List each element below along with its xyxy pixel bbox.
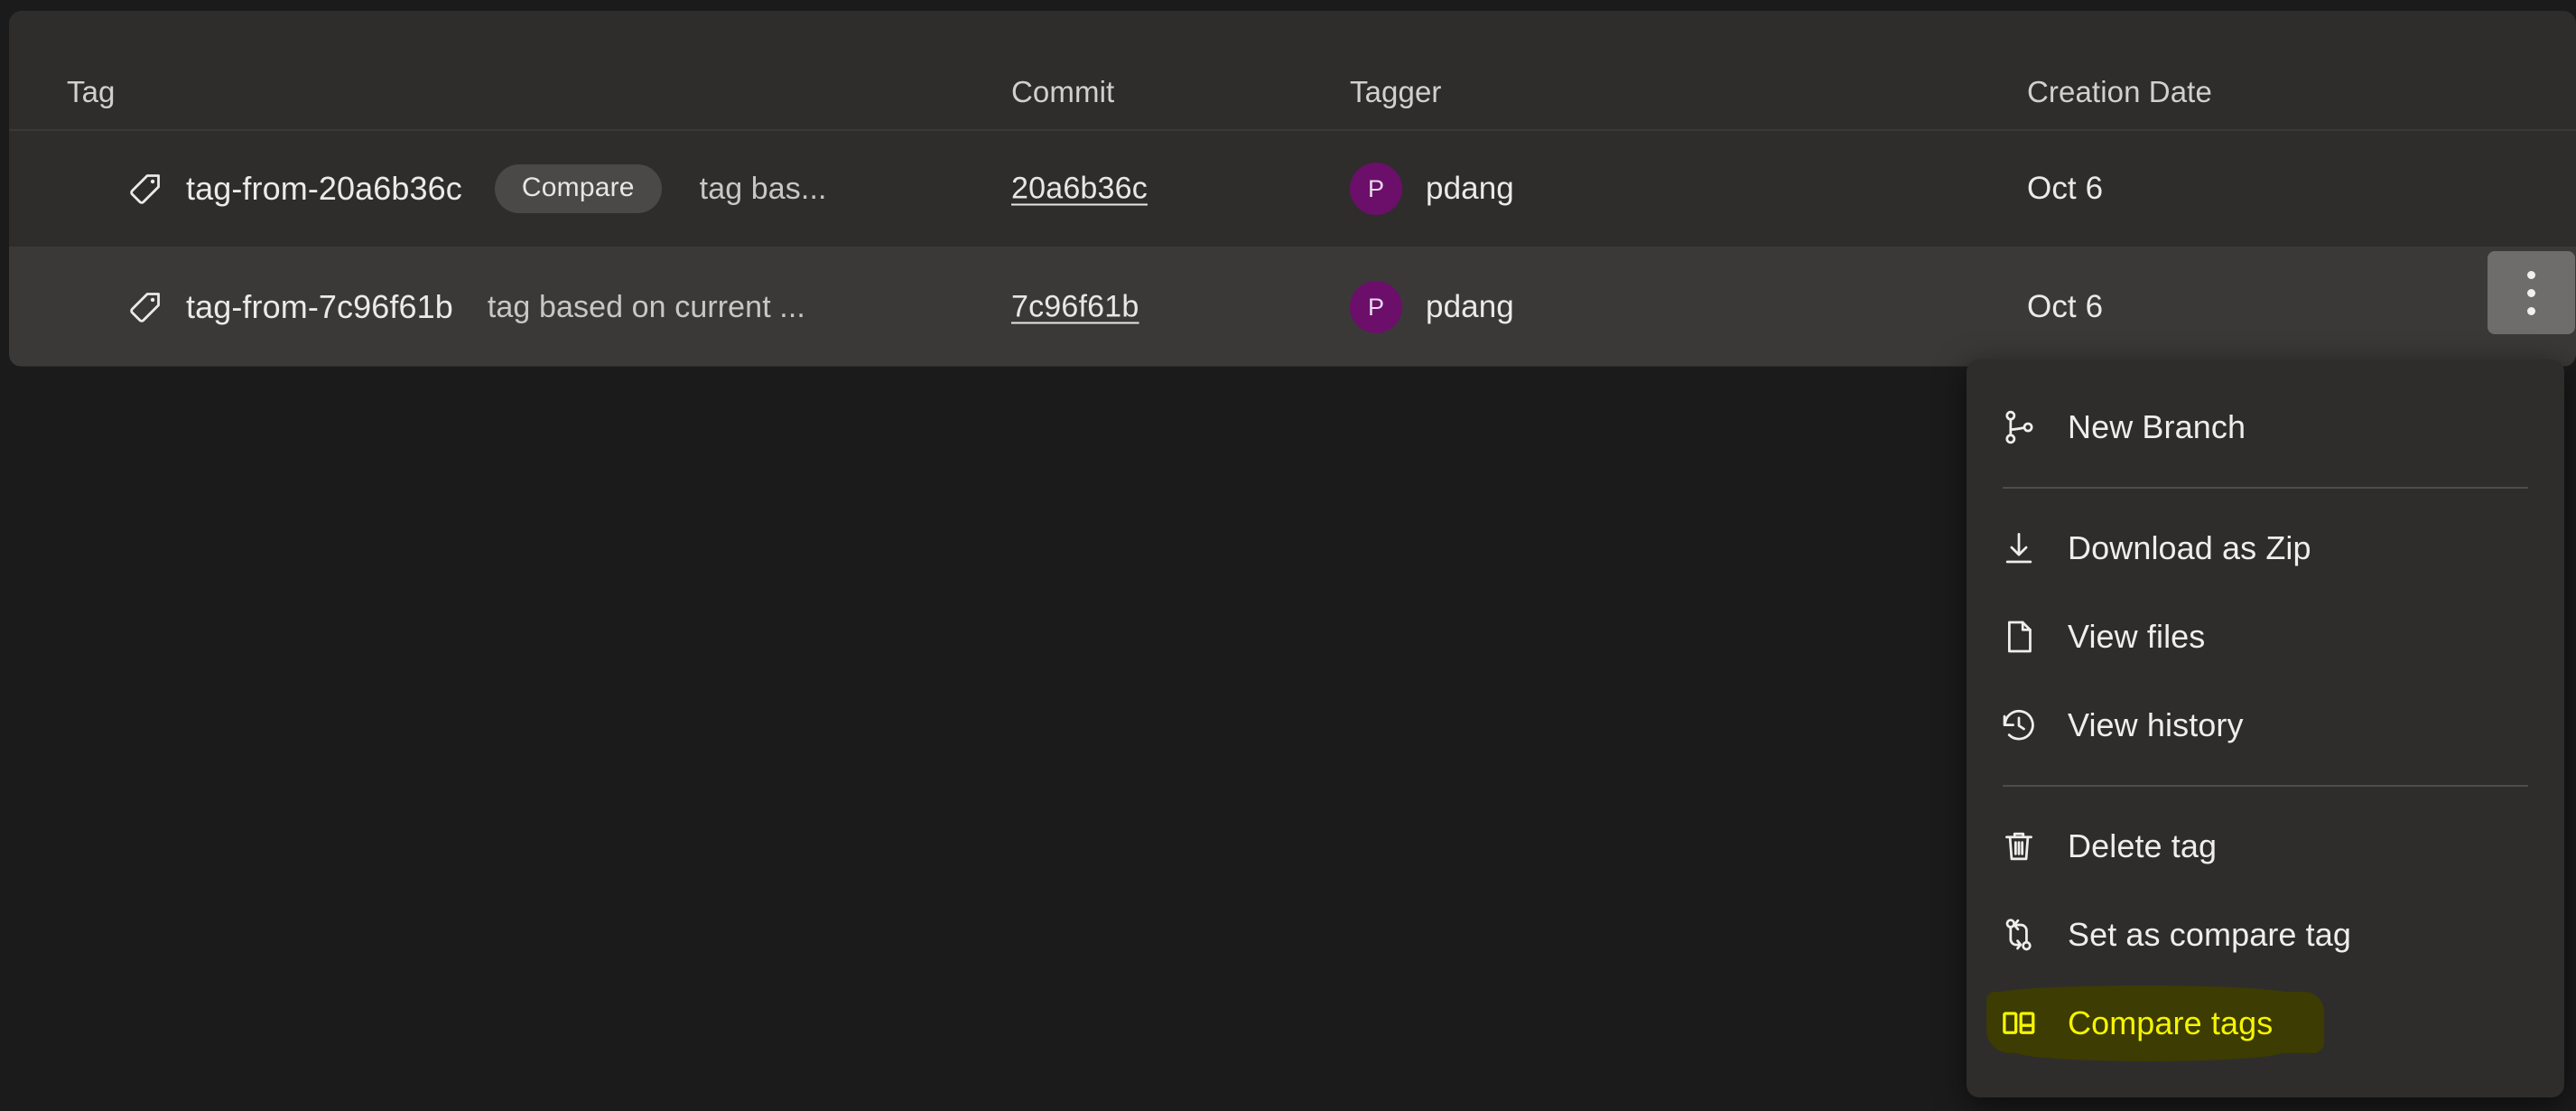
menu-item-new-branch[interactable]: New Branch — [1967, 383, 2564, 471]
file-icon — [1999, 617, 2039, 657]
column-header-commit: Commit — [1011, 75, 1115, 108]
trash-icon — [1999, 826, 2039, 866]
tags-page: Tag Commit Tagger Creation Date tag-from… — [0, 0, 2576, 1111]
table-row[interactable]: tag-from-20a6b36c Compare tag bas... 20a… — [9, 131, 2576, 248]
tag-message: tag based on current ... — [487, 289, 805, 324]
column-header-creation-date: Creation Date — [2027, 75, 2212, 108]
branch-icon — [1999, 407, 2039, 447]
tag-icon — [126, 288, 164, 326]
kebab-dot-icon — [2527, 306, 2535, 315]
avatar: P — [1350, 281, 1402, 333]
creation-date: Oct 6 — [2027, 289, 2104, 324]
menu-item-download-as-zip[interactable]: Download as Zip — [1967, 504, 2564, 593]
cell-tag: tag-from-20a6b36c Compare tag bas... — [126, 164, 827, 213]
cell-commit: 20a6b36c — [1011, 172, 1148, 207]
tag-name[interactable]: tag-from-20a6b36c — [186, 170, 462, 208]
creation-date: Oct 6 — [2027, 171, 2104, 206]
menu-label: Compare tags — [2068, 1004, 2274, 1041]
menu-item-set-as-compare-tag[interactable]: Set as compare tag — [1967, 891, 2564, 979]
menu-item-compare-tags[interactable]: Compare tags — [1967, 979, 2564, 1068]
menu-label: New Branch — [2068, 408, 2246, 445]
cell-tagger: P pdang — [1350, 163, 1514, 215]
tagger-name: pdang — [1426, 171, 1514, 206]
cell-tagger: P pdang — [1350, 281, 1514, 333]
menu-separator — [2003, 487, 2528, 489]
cell-creation-date: Oct 6 — [2027, 289, 2103, 325]
avatar: P — [1350, 163, 1402, 215]
menu-label: View files — [2068, 618, 2206, 655]
menu-label: Delete tag — [2068, 827, 2218, 864]
compare-badge[interactable]: Compare — [494, 164, 662, 213]
cell-tag: tag-from-7c96f61b tag based on current .… — [126, 288, 805, 326]
menu-item-delete-tag[interactable]: Delete tag — [1967, 802, 2564, 891]
tag-icon — [126, 170, 164, 208]
table-row[interactable]: tag-from-7c96f61b tag based on current .… — [9, 248, 2576, 366]
column-header-tag: Tag — [67, 75, 116, 108]
column-header-tagger: Tagger — [1350, 75, 1442, 108]
tag-context-menu: New Branch Download as Zip View files Vi… — [1967, 359, 2564, 1097]
tag-message: tag bas... — [699, 171, 827, 206]
table-header-row: Tag Commit Tagger Creation Date — [9, 11, 2576, 131]
menu-item-view-history[interactable]: View history — [1967, 681, 2564, 770]
history-icon — [1999, 705, 2039, 745]
more-actions-button[interactable] — [2488, 251, 2575, 334]
cell-creation-date: Oct 6 — [2027, 171, 2103, 207]
menu-label: View history — [2068, 706, 2244, 743]
menu-item-view-files[interactable]: View files — [1967, 593, 2564, 681]
menu-separator — [2003, 785, 2528, 787]
tagger-name: pdang — [1426, 289, 1514, 324]
tags-table-card: Tag Commit Tagger Creation Date tag-from… — [9, 11, 2576, 367]
compare-tags-icon — [1999, 1004, 2039, 1043]
menu-label: Download as Zip — [2068, 529, 2311, 566]
compare-branch-icon — [1999, 915, 2039, 955]
menu-label: Set as compare tag — [2068, 916, 2351, 953]
commit-link[interactable]: 20a6b36c — [1011, 172, 1148, 207]
cell-commit: 7c96f61b — [1011, 290, 1139, 325]
kebab-dot-icon — [2527, 270, 2535, 279]
download-icon — [1999, 528, 2039, 568]
commit-link[interactable]: 7c96f61b — [1011, 290, 1139, 325]
tag-name[interactable]: tag-from-7c96f61b — [186, 288, 453, 326]
kebab-dot-icon — [2527, 288, 2535, 297]
